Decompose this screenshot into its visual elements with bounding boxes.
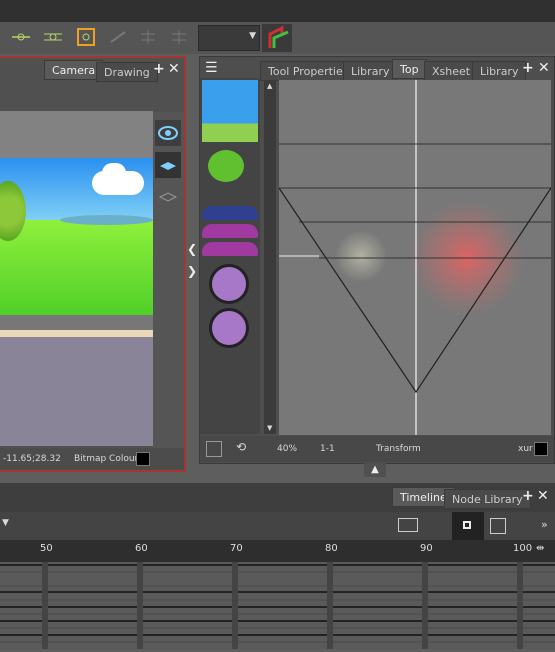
tab-drawing[interactable]: Drawing <box>96 62 158 82</box>
frame-range: 1-1 <box>320 444 335 454</box>
timeline-tracks[interactable] <box>0 562 555 649</box>
chevron-right-icon[interactable]: ❯ <box>187 264 197 278</box>
viewer-side-toolbar <box>153 112 184 454</box>
ruler-label: 70 <box>230 543 243 554</box>
timeline-header: Timeline Node Library + ✕ <box>0 483 555 513</box>
ruler-label: 100 <box>513 543 533 554</box>
ruler-label: 80 <box>325 543 338 554</box>
colour-swatch[interactable] <box>534 442 548 456</box>
ruler-label: 90 <box>420 543 433 554</box>
top-view-drawing <box>279 80 551 435</box>
scene-gap <box>0 315 153 330</box>
level-strip-scrollbar[interactable]: ▲ ▼ <box>264 80 276 434</box>
viewer-status-bar: -11.65;28.32 Bitmap Colour <box>0 448 184 470</box>
canvas-backdrop <box>0 111 153 158</box>
thumb-tree[interactable] <box>208 150 244 182</box>
node-line-icon[interactable] <box>10 26 32 48</box>
bitmap-colour-swatch[interactable] <box>136 452 150 466</box>
scene-grass <box>0 220 153 315</box>
scroll-up-icon[interactable]: ▲ <box>267 82 272 90</box>
add-pane-button[interactable]: + <box>153 61 165 77</box>
layers-icon[interactable] <box>155 152 181 178</box>
track-grid <box>0 562 555 649</box>
close-pane-button-2[interactable]: ✕ <box>538 60 550 76</box>
tab-tool-properties[interactable]: Tool Properties <box>260 61 357 81</box>
add-pane-button-3[interactable]: + <box>522 488 534 504</box>
transform-grey-icon[interactable] <box>107 26 129 48</box>
window-top-strip <box>0 0 555 22</box>
scene-cloud-top <box>102 163 126 183</box>
menu-icon[interactable]: ☰ <box>205 60 218 76</box>
viewer-canvas[interactable] <box>0 111 153 446</box>
frame-toggle-icon[interactable] <box>490 518 506 534</box>
close-pane-button[interactable]: ✕ <box>168 61 180 77</box>
grid-grey-icon[interactable] <box>137 26 159 48</box>
scene-road-stripe <box>0 330 153 337</box>
bitmap-colour-label: Bitmap Colour <box>74 454 139 464</box>
camera-toggle-icon[interactable] <box>206 441 222 457</box>
tab-camera[interactable]: Camera <box>44 60 104 80</box>
frame-ruler[interactable]: 50 60 70 80 90 100 ⇹ <box>0 540 555 562</box>
reset-view-icon[interactable]: ⟲ <box>236 440 246 454</box>
chevron-down-icon: ▼ <box>249 31 256 41</box>
ruler-label: 60 <box>135 543 148 554</box>
layers-grey-icon[interactable] <box>157 190 179 204</box>
chevron-left-icon[interactable]: ❮ <box>187 242 197 256</box>
chevron-up-icon[interactable]: ▲ <box>364 463 386 477</box>
eye-icon[interactable] <box>155 120 181 146</box>
scene-hills <box>60 215 153 225</box>
current-tool-label: Transform <box>376 444 421 454</box>
level-strip[interactable] <box>200 78 260 434</box>
main-toolbar: ▼ <box>0 22 555 54</box>
scroll-down-icon[interactable]: ▼ <box>267 424 272 432</box>
tool-option-label: xur <box>518 444 533 454</box>
add-pane-button-2[interactable]: + <box>522 60 534 76</box>
top-view-canvas[interactable] <box>279 80 551 435</box>
more-icon[interactable]: » <box>541 518 548 531</box>
close-pane-button-3[interactable]: ✕ <box>537 488 549 504</box>
ruler-label: 50 <box>40 543 53 554</box>
playhead-marker-icon[interactable]: ⇹ <box>536 543 544 554</box>
panel-splitter[interactable]: ❮ ❯ <box>186 240 198 290</box>
tab-top[interactable]: Top <box>392 59 427 79</box>
selected-node-icon[interactable] <box>75 26 97 48</box>
preset-dropdown[interactable]: ▼ <box>198 25 260 51</box>
coords-readout: -11.65;28.32 <box>3 454 61 464</box>
thumb-car-purple[interactable] <box>202 224 258 238</box>
thumb-wheel[interactable] <box>209 264 249 304</box>
node-stack-icon[interactable] <box>42 26 64 48</box>
thumb-wheel-2[interactable] <box>209 308 249 348</box>
tab-library-2[interactable]: Library <box>472 61 527 81</box>
scene-road <box>0 337 153 446</box>
thumb-car-blue[interactable] <box>202 206 258 220</box>
thumb-bg[interactable] <box>202 80 258 142</box>
chevron-down-icon-2[interactable]: ▼ <box>2 518 9 528</box>
thumb-car-purple-2[interactable] <box>202 242 258 256</box>
tab-node-library[interactable]: Node Library <box>444 489 531 509</box>
flip-arrow-icon[interactable] <box>262 24 292 52</box>
zoom-level[interactable]: 40% <box>277 444 297 454</box>
active-toggle-icon[interactable] <box>452 512 484 540</box>
onion-skin-icon[interactable] <box>398 518 418 532</box>
tab-xsheet[interactable]: Xsheet <box>424 61 479 81</box>
timeline-toolbar: ▼ » <box>0 512 555 540</box>
tab-library[interactable]: Library <box>343 61 398 81</box>
grid-grey-2-icon[interactable] <box>168 26 190 48</box>
top-view-status-bar: ⟲ 40% 1-1 Transform xur <box>200 436 554 462</box>
